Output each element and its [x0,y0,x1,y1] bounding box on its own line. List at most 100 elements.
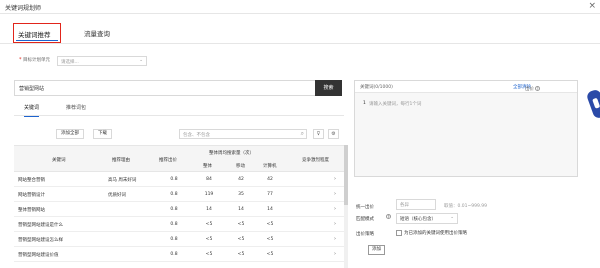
subtab-keywords[interactable]: 关键词 [24,104,40,117]
target-plan-placeholder: 请选择... [61,60,79,65]
bid-column-header: 出价? [525,86,540,92]
filter-icon[interactable]: ⊽ [313,129,324,139]
row-keyword: 营销型网站建设怎么样 [18,238,63,243]
table-row[interactable]: 营销型网站建设价值 0.8 <5 <5 <5 › [14,247,344,262]
chevron-down-icon: ⌄ [450,215,454,220]
floating-assistant-icon[interactable] [585,88,600,120]
bid-strategy-checkbox[interactable] [396,230,402,236]
chevron-right-icon[interactable]: › [334,251,336,257]
row-reason: 优质好词 [108,193,126,198]
row-overall: <5 [205,252,213,257]
row-mobile: 14 [238,207,244,212]
keyword-search-input[interactable]: 营销型网站 [14,80,339,96]
window-title-bar: 关键词规划师 × [0,0,600,14]
target-plan-row: * 目标计划单元 请选择... ⌄ [19,56,319,67]
bid-strategy-checkbox-label[interactable]: 为已添加的关键词使用出价策略 [404,230,467,236]
bid-strategy-label: 出价策略 [356,232,374,237]
tab-keyword-recommend[interactable]: 关键词推荐 [13,23,61,43]
row-bid: 0.8 [170,177,178,182]
col-pc: 计算机 [263,164,277,169]
row-overall: <5 [205,237,213,242]
sub-tabs: 关键词 推荐词包 [14,100,344,117]
row-overall: 119 [204,192,214,197]
table-row[interactable]: 网站整合营销 高马 周末好词 0.8 84 42 42 › [14,172,344,187]
row-pc: <5 [266,252,274,257]
chevron-down-icon: ⌄ [139,58,143,63]
keyword-count: 关键词(0/1000) [360,85,393,90]
chevron-right-icon[interactable]: › [334,206,336,212]
match-mode-label: 匹配模式 [356,217,374,222]
row-keyword: 整体营销网站 [18,208,45,213]
row-bid: 0.8 [170,237,178,242]
filter-input[interactable]: 包含、不包含 ⌕ [179,129,307,139]
keyword-textarea-placeholder[interactable]: 请输入关键词，每行1个词 [369,101,421,107]
row-mobile: 35 [238,192,244,197]
keyword-entry-panel[interactable]: 关键词(0/1000) 全部清除 1 请输入关键词，每行1个词 [354,80,578,177]
target-plan-label: 目标计划单元 [23,58,50,63]
keyword-search-value: 营销型网站 [19,86,45,92]
download-button[interactable]: 下载 [93,129,112,139]
row-overall: <5 [205,222,213,227]
col-reason: 推荐理由 [112,158,130,163]
row-pc: <5 [266,237,274,242]
row-overall: 84 [206,177,212,182]
unified-bid-input[interactable]: 各异 [396,199,436,210]
row-mobile: <5 [237,237,245,242]
line-number: 1 [363,101,366,106]
row-bid: 0.8 [170,207,178,212]
row-bid: 0.8 [170,222,178,227]
row-reason: 高马 周末好词 [108,178,137,183]
help-icon[interactable]: ? [386,214,391,219]
row-mobile: <5 [237,222,245,227]
table-row[interactable]: 整体营销网站 0.8 14 14 14 › [14,202,344,217]
table-row[interactable]: 营销型网站建设是什么 0.8 <5 <5 <5 › [14,217,344,232]
row-keyword: 网站营销设计 [18,193,45,198]
row-bid: 0.8 [170,192,178,197]
add-button[interactable]: 添加 [368,245,385,255]
col-overall: 整体 [203,164,212,169]
col-competition: 竞争激烈程度 [302,158,329,163]
close-icon[interactable]: × [588,1,596,11]
chevron-right-icon[interactable]: › [334,176,336,182]
bid-label: 出价 [525,87,534,92]
table-row[interactable]: 营销型网站建设怎么样 0.8 <5 <5 <5 › [14,232,344,247]
row-pc: <5 [266,222,274,227]
main-tabs: 关键词推荐 流量查询 [0,20,600,44]
row-pc: 42 [267,177,273,182]
row-overall: 14 [206,207,212,212]
row-keyword: 营销型网站建设是什么 [18,223,63,228]
unified-bid-placeholder: 各异 [400,203,409,208]
help-icon[interactable]: ? [535,86,540,91]
window-title: 关键词规划师 [5,5,42,12]
row-mobile: <5 [237,252,245,257]
chevron-right-icon[interactable]: › [334,191,336,197]
keyword-table: 关键词 推荐理由 推荐出价 整体周均搜索量（次） 整体 移动 计算机 竞争激烈程… [14,145,344,262]
row-keyword: 营销型网站建设价值 [18,253,59,258]
chevron-right-icon[interactable]: › [334,236,336,242]
row-pc: 14 [267,207,273,212]
row-bid: 0.8 [170,252,178,257]
table-scrollbar-thumb[interactable] [344,145,348,205]
col-bid: 推荐出价 [159,158,177,163]
row-mobile: 42 [238,177,244,182]
settings-icon[interactable]: ⚙ [328,129,339,139]
row-keyword: 网站整合营销 [18,178,45,183]
col-mobile: 移动 [236,164,245,169]
col-volume-group: 整体周均搜索量（次） [209,151,254,156]
tab-traffic-query[interactable]: 流量查询 [84,28,110,38]
required-marker: * [19,57,22,63]
target-plan-select[interactable]: 请选择... ⌄ [57,56,147,66]
match-mode-value: 短语（核心包含） [400,217,436,222]
chevron-right-icon[interactable]: › [334,221,336,227]
keyword-panel-header: 关键词(0/1000) 全部清除 [355,81,577,93]
subtab-recommended-packages[interactable]: 推荐词包 [66,104,86,111]
col-keyword: 关键词 [52,158,66,163]
search-icon: ⌕ [300,130,304,137]
bid-range-hint: 取值：0.01~999.99 [444,204,488,209]
match-mode-select[interactable]: 短语（核心包含） ⌄ [396,213,458,224]
table-row[interactable]: 网站营销设计 优质好词 0.8 119 35 77 › [14,187,344,202]
filter-placeholder: 包含、不包含 [183,132,210,138]
add-all-button[interactable]: 添加全部 [56,129,84,139]
search-button[interactable]: 搜索 [315,80,342,96]
row-pc: 77 [267,192,273,197]
